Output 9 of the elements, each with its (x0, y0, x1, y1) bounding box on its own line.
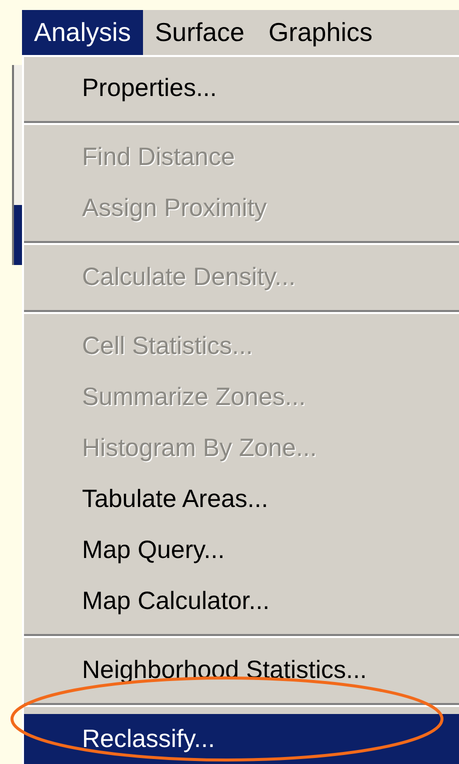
menu-item[interactable]: Map Query... (24, 525, 459, 576)
menu-title[interactable]: Analysis (22, 10, 143, 55)
menu-title[interactable]: Graphics (256, 10, 384, 55)
menu-item[interactable]: Map Calculator... (24, 576, 459, 627)
menu-item[interactable]: Neighborhood Statistics... (24, 645, 459, 696)
menu-item[interactable]: Tabulate Areas... (24, 474, 459, 525)
menu-item[interactable]: Reclassify... (24, 714, 459, 764)
menu-item[interactable]: Properties... (24, 63, 459, 114)
menu-title[interactable]: Surface (142, 10, 256, 55)
